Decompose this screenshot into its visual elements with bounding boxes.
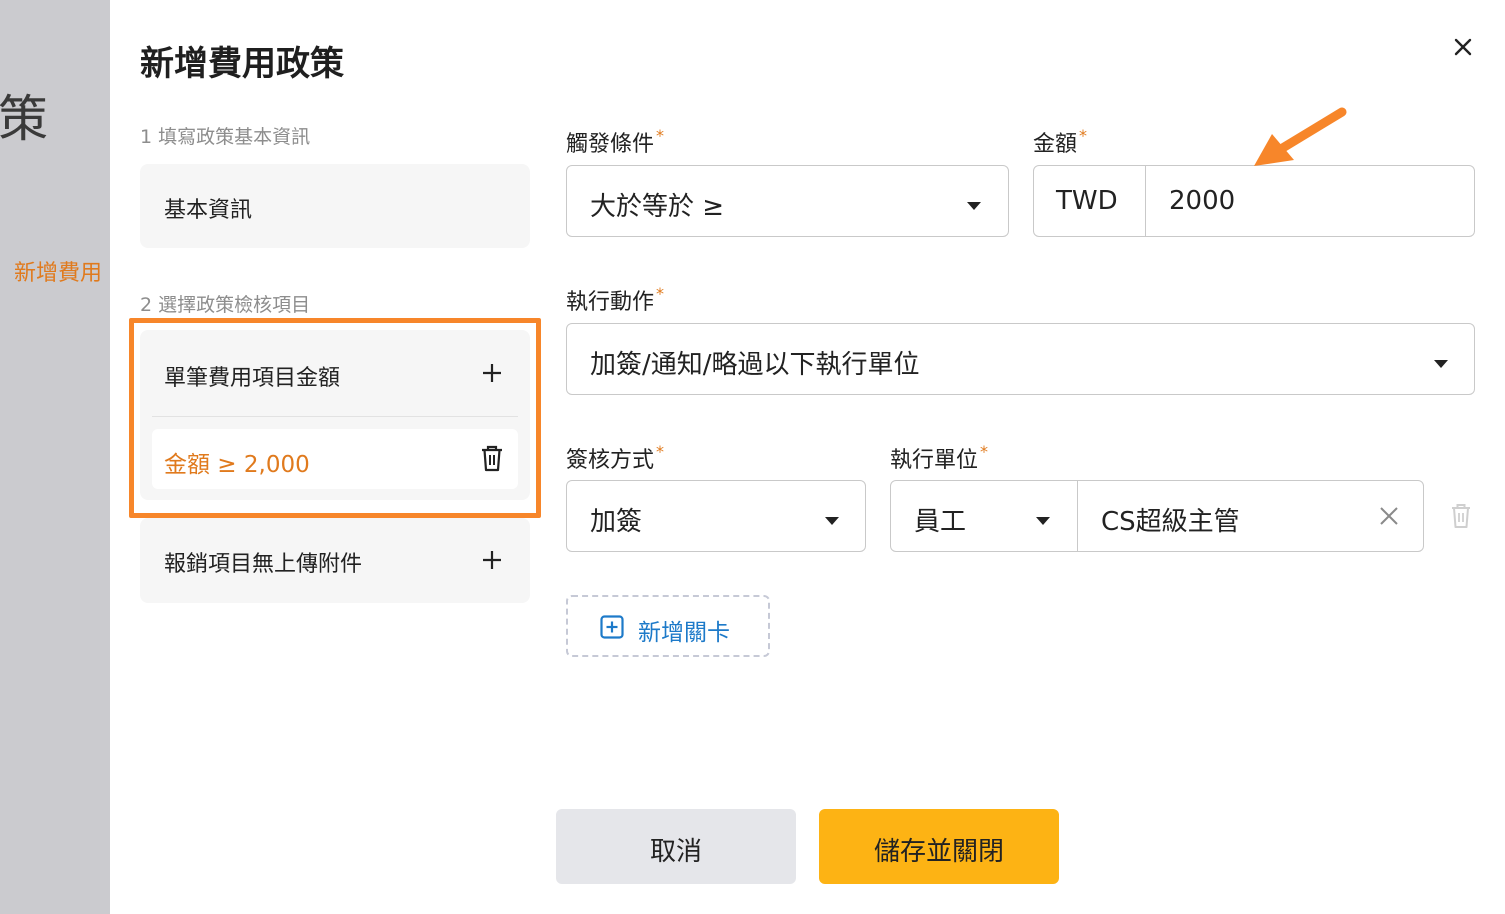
modal-title: 新增費用政策: [140, 44, 344, 84]
execution-unit-text: 執行單位: [890, 448, 979, 473]
basic-info-label: 基本資訊: [164, 198, 253, 223]
close-icon: [1454, 38, 1472, 56]
trigger-condition-text: 觸發條件: [566, 132, 655, 157]
execution-unit-group: 員工 CS超級主管: [890, 480, 1424, 552]
required-mark: *: [656, 442, 665, 461]
plus-square-icon: [600, 615, 624, 639]
approval-method-text: 簽核方式: [566, 448, 655, 473]
background-heading: 策: [0, 90, 48, 148]
add-stage-label: 新增關卡: [638, 620, 730, 646]
clear-icon[interactable]: [1379, 506, 1399, 526]
chevron-down-icon: [1036, 517, 1050, 525]
execution-action-value: 加簽/通知/略過以下執行單位: [590, 350, 920, 380]
execution-action-label: 執行動作 *: [566, 284, 664, 316]
execution-action-select[interactable]: 加簽/通知/略過以下執行單位: [566, 323, 1475, 395]
background-page: 策 新增費用: [0, 0, 110, 914]
annotation-arrow-icon: [1254, 107, 1347, 166]
required-mark: *: [656, 284, 665, 303]
trigger-condition-select[interactable]: 大於等於 ≥: [566, 165, 1009, 237]
unit-value-text: CS超級主管: [1101, 507, 1240, 537]
execution-unit-label: 執行單位 *: [890, 442, 988, 474]
basic-info-card[interactable]: 基本資訊: [140, 164, 530, 248]
amount-label: 金額 *: [1033, 126, 1087, 158]
chevron-down-icon: [825, 517, 839, 525]
save-button-label: 儲存並關閉: [873, 837, 1004, 867]
trigger-condition-value: 大於等於 ≥: [590, 192, 725, 222]
approval-method-label: 簽核方式 *: [566, 442, 664, 474]
unit-value-select[interactable]: CS超級主管: [1079, 481, 1423, 551]
trigger-condition-label: 觸發條件 *: [566, 126, 664, 158]
cancel-button-label: 取消: [649, 837, 702, 867]
execution-action-text: 執行動作: [566, 290, 655, 315]
unit-type-select[interactable]: 員工: [891, 481, 1078, 551]
save-and-close-button[interactable]: 儲存並關閉: [819, 809, 1059, 884]
approval-method-value: 加簽: [590, 507, 643, 537]
currency-addon: TWD: [1034, 166, 1146, 236]
check-item-no-attachment[interactable]: 報銷項目無上傳附件: [140, 518, 530, 603]
required-mark: *: [980, 442, 989, 461]
step1-label: 1 填寫政策基本資訊: [140, 126, 311, 148]
step2-label: 2 選擇政策檢核項目: [140, 294, 311, 316]
currency-code: TWD: [1056, 186, 1118, 216]
background-add-expense-link[interactable]: 新增費用: [14, 255, 102, 287]
screen: 策 新增費用 新增費用政策 1 填寫政策基本資訊 基本資訊 2 選擇政策檢核項目…: [0, 0, 1505, 914]
annotation-highlight-box: [129, 318, 541, 518]
add-stage-button[interactable]: 新增關卡: [566, 595, 770, 657]
cancel-button[interactable]: 取消: [556, 809, 796, 884]
chevron-down-icon: [967, 202, 981, 210]
close-button[interactable]: [1448, 32, 1478, 62]
add-expense-policy-modal: 新增費用政策 1 填寫政策基本資訊 基本資訊 2 選擇政策檢核項目 單筆費用項目…: [110, 0, 1505, 914]
chevron-down-icon: [1434, 360, 1448, 368]
trash-icon[interactable]: [1450, 502, 1472, 529]
unit-type-value: 員工: [914, 507, 967, 537]
approval-method-select[interactable]: 加簽: [566, 480, 866, 552]
required-mark: *: [656, 126, 665, 145]
plus-icon[interactable]: [481, 549, 503, 571]
check-item-label: 報銷項目無上傳附件: [164, 552, 363, 577]
amount-label-text: 金額: [1033, 132, 1078, 157]
required-mark: *: [1079, 126, 1088, 145]
